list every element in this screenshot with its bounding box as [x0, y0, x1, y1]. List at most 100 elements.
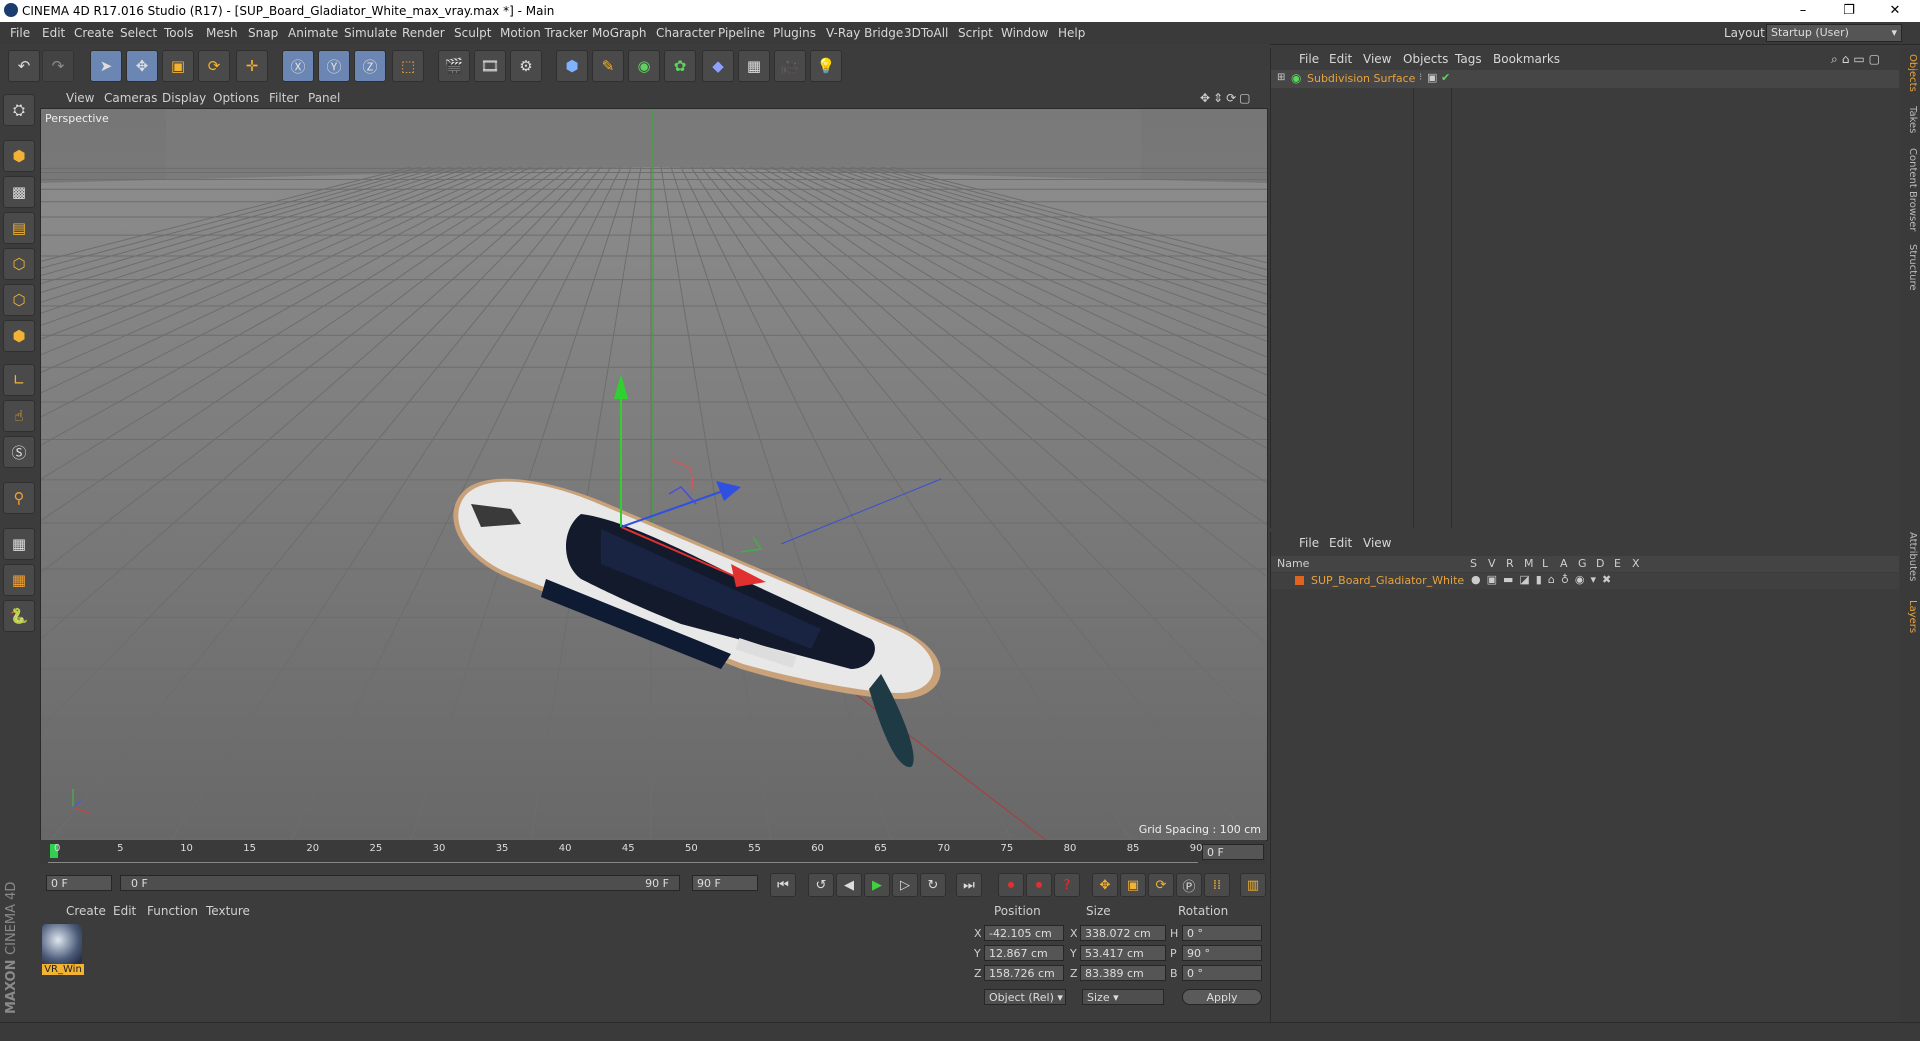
magnet-icon[interactable]: ⚲: [3, 482, 35, 514]
z-axis-lock-icon[interactable]: Ⓩ: [354, 50, 386, 82]
camera-icon[interactable]: 🎥: [774, 50, 806, 82]
minimize-button[interactable]: –: [1780, 0, 1826, 22]
record-keys-icon[interactable]: ⏺: [998, 873, 1024, 897]
floor-icon[interactable]: ▦: [738, 50, 770, 82]
x-axis-lock-icon[interactable]: Ⓧ: [282, 50, 314, 82]
key-parameter-icon[interactable]: Ⓟ: [1176, 873, 1202, 897]
material-menu-texture[interactable]: Texture: [206, 904, 250, 918]
rotate-tool-icon[interactable]: ⟳: [198, 50, 230, 82]
layer-menu-edit[interactable]: Edit: [1329, 536, 1352, 550]
tweak-mode-icon[interactable]: ☝: [3, 400, 35, 432]
select-live-icon[interactable]: ➤: [90, 50, 122, 82]
menu-select[interactable]: Select: [120, 26, 157, 40]
object-menu-objects[interactable]: Objects: [1403, 52, 1448, 66]
object-row-subdivision-surface[interactable]: ⊞ ◉ Subdivision Surface ⁝ ▣ ✔: [1271, 70, 1899, 88]
menu-snap[interactable]: Snap: [248, 26, 278, 40]
menu-file[interactable]: File: [10, 26, 30, 40]
viewport-nav-icons[interactable]: ✥⇕⟳▢: [1200, 91, 1254, 105]
scale-tool-icon[interactable]: ▣: [162, 50, 194, 82]
viewport-menu-cameras[interactable]: Cameras: [104, 91, 157, 105]
last-tool-icon[interactable]: ✛: [236, 50, 268, 82]
next-key-icon[interactable]: ↻: [920, 873, 946, 897]
deformer-icon[interactable]: ◆: [702, 50, 734, 82]
layer-color-swatch[interactable]: [1295, 576, 1304, 585]
menu-3dtoall[interactable]: 3DToAll: [904, 26, 948, 40]
render-picture-viewer-icon[interactable]: 🎞: [474, 50, 506, 82]
menu-mesh[interactable]: Mesh: [206, 26, 238, 40]
position-x-field[interactable]: -42.105 cm: [984, 925, 1064, 941]
subdivision-surface-icon[interactable]: ◉: [628, 50, 660, 82]
previous-frame-icon[interactable]: ◀: [836, 873, 862, 897]
menu-tools[interactable]: Tools: [164, 26, 194, 40]
menu-sculpt[interactable]: Sculpt: [454, 26, 491, 40]
polygons-mode-icon[interactable]: ⬢: [3, 320, 35, 352]
planar-workplane-icon[interactable]: ▦: [3, 564, 35, 596]
light-icon[interactable]: 💡: [810, 50, 842, 82]
array-icon[interactable]: ✿: [664, 50, 696, 82]
python-icon[interactable]: 🐍: [3, 600, 35, 632]
menu-edit[interactable]: Edit: [42, 26, 65, 40]
layout-select[interactable]: Startup (User) ▾: [1766, 24, 1902, 42]
axis-mode-icon[interactable]: ∟: [3, 364, 35, 396]
tab-content-browser[interactable]: Content Browser: [1902, 148, 1918, 231]
current-frame-field[interactable]: 0 F: [46, 875, 112, 891]
restore-button[interactable]: ❐: [1826, 0, 1872, 22]
points-mode-icon[interactable]: ⬡: [3, 248, 35, 280]
key-position-icon[interactable]: ✥: [1092, 873, 1118, 897]
menu-help[interactable]: Help: [1058, 26, 1085, 40]
menu-create[interactable]: Create: [74, 26, 114, 40]
expand-icon[interactable]: ⊞: [1277, 72, 1285, 83]
menu-window[interactable]: Window: [1001, 26, 1048, 40]
tab-structure[interactable]: Structure: [1902, 244, 1918, 291]
timeline-window-icon[interactable]: ▥: [1240, 873, 1266, 897]
lock-workplane-icon[interactable]: ▦: [3, 528, 35, 560]
rotation-b-field[interactable]: 0 °: [1182, 965, 1262, 981]
viewport-menu-display[interactable]: Display: [162, 91, 206, 105]
cube-primitive-icon[interactable]: ⬢: [556, 50, 588, 82]
spline-pen-icon[interactable]: ✎: [592, 50, 624, 82]
object-menu-edit[interactable]: Edit: [1329, 52, 1352, 66]
menu-plugins[interactable]: Plugins: [773, 26, 816, 40]
y-axis-lock-icon[interactable]: Ⓨ: [318, 50, 350, 82]
perspective-viewport[interactable]: Perspective Grid Spacing : 100 cm: [40, 108, 1268, 841]
visibility-dots-icon[interactable]: ⁝: [1419, 72, 1422, 83]
menu-motion-tracker[interactable]: Motion Tracker: [500, 26, 588, 40]
keyframe-selection-icon[interactable]: ?: [1054, 873, 1080, 897]
object-menu-file[interactable]: File: [1299, 52, 1319, 66]
viewport-menu-options[interactable]: Options: [213, 91, 259, 105]
layer-flag-icons[interactable]: ●▣▬◪▮⌂♁◉▾✖: [1471, 573, 1617, 586]
play-icon[interactable]: ▶: [864, 873, 890, 897]
workplane-icon[interactable]: ▤: [3, 212, 35, 244]
viewport-menu-panel[interactable]: Panel: [308, 91, 340, 105]
coordinate-mode-select[interactable]: Object (Rel) ▾: [984, 989, 1066, 1005]
layer-color-icon[interactable]: ▣: [1427, 71, 1437, 84]
undo-icon[interactable]: ↶: [8, 50, 40, 82]
tab-layers[interactable]: Layers: [1902, 600, 1918, 633]
move-tool-icon[interactable]: ✥: [126, 50, 158, 82]
make-editable-icon[interactable]: ⛭: [3, 94, 35, 126]
layer-menu-file[interactable]: File: [1299, 536, 1319, 550]
redo-icon[interactable]: ↷: [42, 50, 74, 82]
tab-attributes[interactable]: Attributes: [1902, 532, 1918, 581]
texture-mode-icon[interactable]: ▩: [3, 176, 35, 208]
next-frame-icon[interactable]: ▷: [892, 873, 918, 897]
menu-mograph[interactable]: MoGraph: [592, 26, 647, 40]
key-rotation-icon[interactable]: ⟳: [1148, 873, 1174, 897]
snap-icon[interactable]: Ⓢ: [3, 436, 35, 468]
material-menu-function[interactable]: Function: [147, 904, 198, 918]
menu-render[interactable]: Render: [402, 26, 445, 40]
viewport-menu-view[interactable]: View: [66, 91, 94, 105]
auto-keying-icon[interactable]: ⏺: [1026, 873, 1052, 897]
layer-row-sup-board[interactable]: SUP_Board_Gladiator_White ●▣▬◪▮⌂♁◉▾✖: [1271, 573, 1899, 589]
viewport-menu-filter[interactable]: Filter: [269, 91, 299, 105]
size-z-field[interactable]: 83.389 cm: [1080, 965, 1166, 981]
size-y-field[interactable]: 53.417 cm: [1080, 945, 1166, 961]
material-menu-create[interactable]: Create: [66, 904, 106, 918]
material-menu-edit[interactable]: Edit: [113, 904, 136, 918]
key-scale-icon[interactable]: ▣: [1120, 873, 1146, 897]
position-z-field[interactable]: 158.726 cm: [984, 965, 1064, 981]
tab-takes[interactable]: Takes: [1902, 106, 1918, 133]
object-menu-bookmarks[interactable]: Bookmarks: [1493, 52, 1560, 66]
menu-character[interactable]: Character: [656, 26, 715, 40]
rotation-p-field[interactable]: 90 °: [1182, 945, 1262, 961]
